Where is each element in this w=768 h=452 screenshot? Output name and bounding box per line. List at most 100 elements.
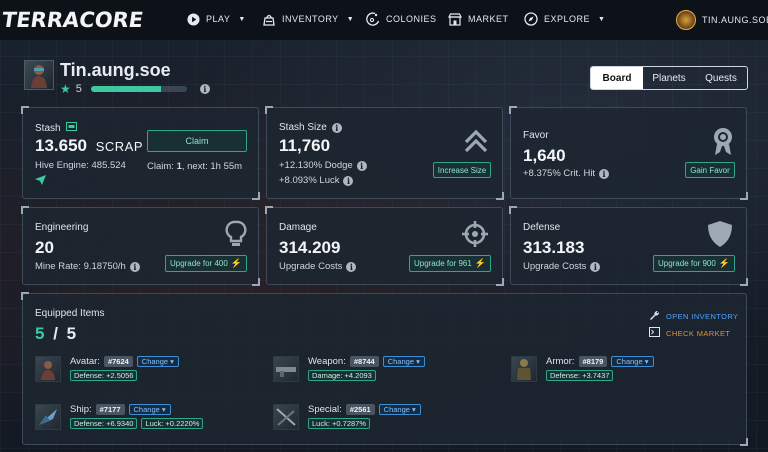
info-icon[interactable]: i — [356, 160, 367, 171]
level-number: 5 — [75, 83, 82, 95]
item-id-badge: #7177 — [95, 404, 125, 415]
stash-card: Stash 13.650 SCRAP Hive Engine: 485.524 … — [21, 106, 260, 200]
mine-rate-stat: Mine Rate: 9.18750/h i — [35, 261, 140, 272]
claim-info: Claim: 1, next: 1h 55m — [147, 160, 255, 174]
equipped-item-armor: Armor: #8179 Change ▾ Defense: +3.7437 — [511, 356, 654, 382]
check-market-label: CHECK MARKET — [666, 328, 731, 338]
change-label: Change — [141, 357, 169, 366]
nav-market-label: MARKET — [468, 14, 509, 24]
compass-icon — [524, 12, 538, 26]
weapon-item-image[interactable] — [273, 356, 299, 382]
wallet-icon — [65, 122, 77, 134]
defense-upgrade-costs: Upgrade Costs i — [523, 261, 601, 272]
damage-upgrade-costs-text: Upgrade Costs — [279, 261, 343, 272]
item-slot-label: Ship: — [70, 404, 92, 415]
item-slot-label: Armor: — [546, 356, 575, 367]
stat-badge: Luck: +0.2220% — [141, 418, 204, 429]
ship-item-image[interactable] — [35, 404, 61, 430]
nav-play[interactable]: PLAY ▼ — [186, 12, 246, 26]
damage-upgrade-label: Upgrade for 961 — [413, 259, 472, 268]
info-icon[interactable]: i — [343, 175, 354, 186]
nav-explore-label: EXPLORE — [544, 14, 591, 24]
hive-engine-balance: Hive Engine: 485.524 — [35, 160, 126, 171]
info-icon[interactable]: i — [599, 168, 610, 179]
claim-button[interactable]: Claim — [147, 130, 247, 152]
item-id-badge: #8179 — [578, 356, 608, 367]
user-name: TIN.AUNG.SOE — [702, 15, 768, 25]
defense-card: Defense 313.183 Upgrade Costs i Upgrade … — [509, 206, 748, 286]
stash-title: Stash — [35, 122, 77, 134]
special-item-line: Special: #2561 Change ▾ — [308, 404, 421, 415]
dodge-text: +12.130% Dodge — [279, 160, 353, 171]
chevron-down-icon: ▼ — [598, 15, 606, 23]
info-icon[interactable]: i — [331, 122, 342, 133]
tab-planets[interactable]: Planets — [643, 67, 695, 89]
luck-stat: +8.093% Luck i — [279, 175, 354, 186]
item-stats: Defense: +2.5056 — [70, 370, 179, 381]
nav-colonies-label: COLONIES — [386, 14, 437, 24]
defense-upgrade-button[interactable]: Upgrade for 900 ⚡ — [653, 255, 735, 272]
weapon-item-line: Weapon: #8744 Change ▾ — [308, 356, 425, 367]
nav-inventory-label: INVENTORY — [282, 14, 339, 24]
send-icon[interactable] — [35, 175, 46, 185]
stash-unit: SCRAP — [95, 139, 144, 154]
xp-progress-bar — [90, 86, 187, 92]
stash-size-value: 11,760 — [279, 136, 331, 155]
crit-stat: +8.375% Crit. Hit i — [523, 168, 610, 179]
change-button[interactable]: Change ▾ — [382, 356, 425, 367]
armor-item-image[interactable] — [511, 356, 537, 382]
colonies-icon — [366, 12, 380, 26]
info-icon[interactable]: i — [590, 261, 601, 272]
nav-colonies[interactable]: COLONIES — [366, 12, 437, 26]
change-button[interactable]: Change ▾ — [611, 356, 654, 367]
inventory-icon — [262, 12, 276, 26]
profile-name: Tin.aung.soe — [60, 60, 171, 80]
info-icon[interactable]: i — [129, 261, 140, 272]
logo[interactable]: TERRACORE — [0, 8, 144, 32]
change-label: Change — [383, 405, 410, 414]
engineering-card: Engineering 20 Mine Rate: 9.18750/h i Up… — [21, 206, 260, 286]
dodge-stat: +12.130% Dodge i — [279, 160, 367, 171]
market-icon — [448, 12, 462, 26]
item-id-badge: #7624 — [103, 356, 133, 367]
damage-upgrade-costs: Upgrade Costs i — [279, 261, 357, 272]
tab-quests[interactable]: Quests — [695, 67, 747, 89]
nav-explore[interactable]: EXPLORE ▼ — [524, 12, 605, 26]
info-icon[interactable]: i — [199, 84, 210, 94]
chevron-down-icon: ▼ — [238, 15, 246, 23]
engineering-title: Engineering — [35, 222, 89, 233]
item-slot-label: Weapon: — [308, 356, 346, 367]
info-icon[interactable]: i — [346, 261, 357, 272]
lightbulb-icon — [225, 220, 247, 253]
equipped-current: 5 — [35, 324, 45, 343]
bolt-icon: ⚡ — [718, 258, 731, 268]
special-item-image[interactable] — [273, 404, 299, 430]
stat-badge: Defense: +2.5056 — [70, 370, 138, 381]
change-button[interactable]: Change ▾ — [136, 356, 179, 367]
bolt-icon: ⚡ — [474, 258, 487, 268]
gain-favor-button[interactable]: Gain Favor — [685, 162, 735, 178]
change-label: Change — [387, 357, 414, 366]
item-slot-label: Special: — [308, 404, 342, 415]
increase-size-button[interactable]: Increase Size — [433, 162, 491, 178]
avatar-item-image[interactable] — [35, 356, 61, 382]
engineering-upgrade-button[interactable]: Upgrade for 400 ⚡ — [165, 255, 247, 272]
tab-board[interactable]: Board — [591, 67, 643, 89]
nav-market[interactable]: MARKET — [448, 12, 509, 26]
bolt-icon: ⚡ — [230, 258, 243, 268]
check-market-link[interactable]: CHECK MARKET — [649, 327, 730, 339]
defense-upgrade-costs-text: Upgrade Costs — [523, 261, 587, 272]
stash-size-title-label: Stash Size — [279, 122, 327, 133]
chevron-down-icon: ▼ — [346, 15, 355, 23]
stash-size-card: Stash Size i 11,760 +12.130% Dodge i +8.… — [265, 106, 504, 200]
user-menu[interactable]: TIN.AUNG.SOE — [676, 10, 768, 30]
terminal-icon — [649, 327, 660, 339]
item-stats: Luck: +0.7287% — [308, 418, 421, 429]
stat-badge: Damage: +4.2093 — [308, 370, 376, 381]
change-button[interactable]: Change ▾ — [378, 404, 421, 415]
equipped-items-card: Equipped Items 5 / 5 OPEN INVENTORY CHEC… — [21, 292, 748, 446]
nav-inventory[interactable]: INVENTORY ▼ — [262, 12, 354, 26]
damage-upgrade-button[interactable]: Upgrade for 961 ⚡ — [409, 255, 491, 272]
change-button[interactable]: Change ▾ — [128, 404, 171, 415]
open-inventory-link[interactable]: OPEN INVENTORY — [649, 310, 738, 323]
